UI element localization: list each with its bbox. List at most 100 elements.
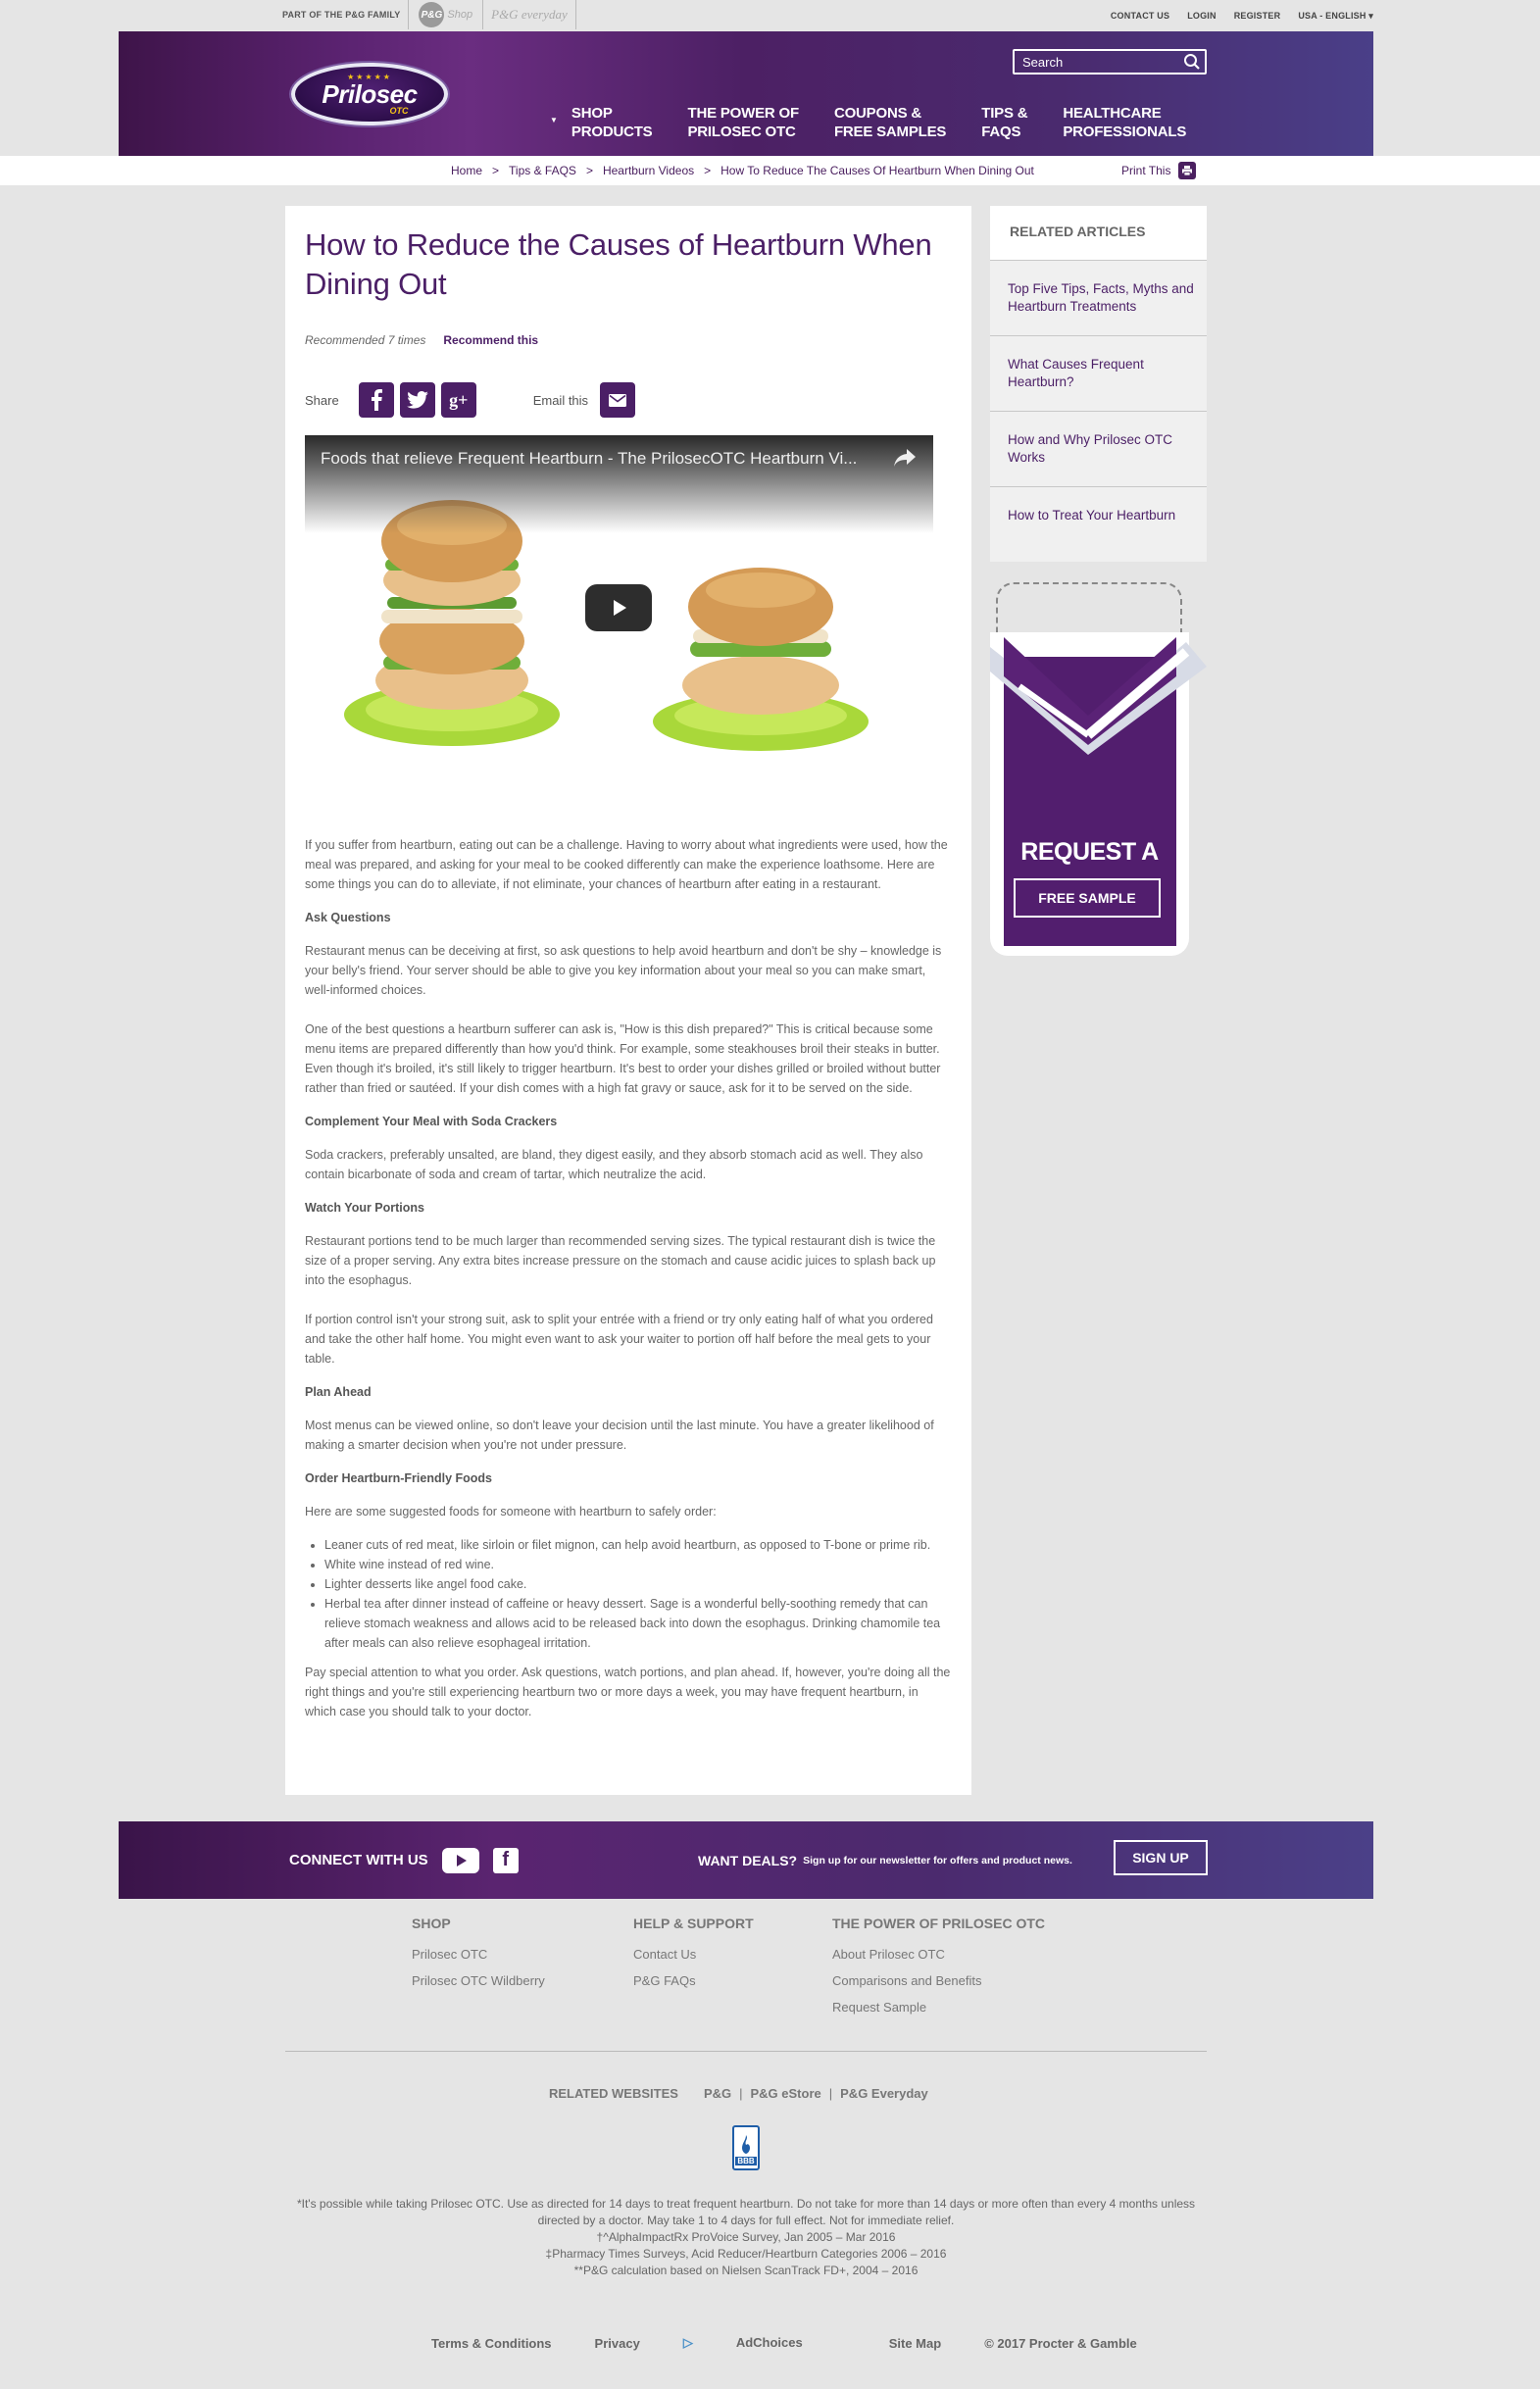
connect-label: CONNECT WITH US (289, 1852, 428, 1868)
email-icon[interactable] (600, 382, 636, 418)
article-intro: If you suffer from heartburn, eating out… (305, 838, 948, 891)
share-label: Share (305, 392, 339, 408)
search-input[interactable]: Search (1013, 49, 1207, 75)
footer-col-title: SHOP (412, 1916, 451, 1931)
related-site-link[interactable]: P&G eStore (751, 2086, 821, 2101)
footer-link[interactable]: Comparisons and Benefits (832, 1973, 1045, 1988)
related-websites-label: RELATED WEBSITES (549, 2086, 678, 2101)
related-article-link[interactable]: How to Treat Your Heartburn (990, 486, 1207, 562)
nav-shop-products[interactable]: SHOP PRODUCTS (571, 104, 653, 141)
video-title[interactable]: Foods that relieve Frequent Heartburn - … (321, 449, 857, 469)
nav-coupons[interactable]: COUPONS & FREE SAMPLES (834, 104, 946, 141)
video-title-bar: Foods that relieve Frequent Heartburn - … (305, 435, 933, 533)
prilosec-logo[interactable]: ★★★★★ Prilosec OTC (291, 63, 448, 125)
google-plus-icon[interactable]: g+ (440, 382, 476, 418)
search-icon[interactable] (1183, 53, 1201, 71)
facebook-icon[interactable] (358, 382, 394, 418)
footer-band: CONNECT WITH US f WANT DEALS? Sign up fo… (119, 1821, 1373, 1899)
page-title: How to Reduce the Causes of Heartburn Wh… (305, 227, 932, 301)
pg-family-label: PART OF THE P&G FAMILY (282, 0, 410, 29)
newsletter-text: Sign up for our newsletter for offers an… (803, 1854, 1072, 1866)
recommend-link[interactable]: Recommend this (443, 333, 538, 347)
breadcrumb-home[interactable]: Home (451, 164, 482, 177)
article-paragraph: Soda crackers, preferably unsalted, are … (305, 1148, 923, 1181)
related-article-link[interactable]: What Causes Frequent Heartburn? (990, 335, 1207, 411)
copyright: © 2017 Procter & Gamble (984, 2335, 1137, 2351)
nav-tips-faqs[interactable]: TIPS & FAQS (981, 104, 1027, 141)
pg-shop-label: Shop (447, 9, 473, 21)
search-placeholder: Search (1022, 54, 1064, 70)
video-player[interactable]: Foods that relieve Frequent Heartburn - … (305, 435, 933, 780)
pg-everyday-link[interactable]: P&G everyday (483, 0, 576, 29)
nav-power-of-prilosec[interactable]: THE POWER OF PRILOSEC OTC (688, 104, 800, 141)
related-article-link[interactable]: Top Five Tips, Facts, Myths and Heartbur… (990, 260, 1207, 335)
sign-up-button[interactable]: SIGN UP (1114, 1840, 1208, 1875)
section-heading: Plan Ahead (305, 1385, 372, 1399)
share-arrow-icon[interactable] (894, 449, 916, 467)
pipe-separator: | (739, 2086, 743, 2101)
section-heading: Order Heartburn-Friendly Foods (305, 1471, 492, 1485)
list-item: Leaner cuts of red meat, like sirloin or… (324, 1535, 952, 1555)
adchoices-link[interactable]: ▷ AdChoices (683, 2335, 846, 2351)
want-deals-label: WANT DEALS? (698, 1852, 798, 1868)
footer-link[interactable]: P&G FAQs (633, 1973, 832, 1988)
article-conclusion: Pay special attention to what you order.… (305, 1666, 951, 1718)
footer-link[interactable]: Request Sample (832, 2000, 1045, 2015)
disclaimer-line: **P&G calculation based on Nielsen ScanT… (573, 2264, 919, 2277)
section-heading: Complement Your Meal with Soda Crackers (305, 1115, 558, 1128)
email-label: Email this (532, 392, 589, 408)
footer-link[interactable]: Prilosec OTC (412, 1947, 633, 1962)
breadcrumb-separator: > (492, 164, 500, 177)
youtube-icon[interactable] (441, 1847, 479, 1873)
recommend-count: Recommended 7 times (305, 333, 426, 347)
legal-links: Terms & Conditions Privacy ▷ AdChoices Si… (431, 2335, 1180, 2351)
printer-icon (1178, 162, 1197, 179)
footer-link[interactable]: Contact Us (633, 1947, 832, 1962)
article-paragraph: If portion control isn't your strong sui… (305, 1313, 933, 1366)
language-selector[interactable]: USA - ENGLISH ▾ (1298, 11, 1373, 22)
related-article-link[interactable]: How and Why Prilosec OTC Works (990, 411, 1207, 486)
breadcrumb-separator: > (585, 164, 593, 177)
twitter-icon[interactable] (399, 382, 435, 418)
free-sample-button[interactable]: FREE SAMPLE (1014, 878, 1161, 918)
facebook-icon[interactable]: f (492, 1847, 519, 1873)
register-link[interactable]: REGISTER (1234, 11, 1281, 21)
list-item: White wine instead of red wine. (324, 1555, 952, 1574)
account-links: CONTACT US LOGIN REGISTER USA - ENGLISH … (1111, 0, 1373, 31)
breadcrumb-videos[interactable]: Heartburn Videos (603, 164, 694, 177)
related-site-link[interactable]: P&G (704, 2086, 731, 2101)
footer-link[interactable]: About Prilosec OTC (832, 1947, 1045, 1962)
recommend-row: Recommended 7 times Recommend this (305, 333, 952, 347)
article-paragraph: Here are some suggested foods for someon… (305, 1505, 717, 1518)
footer-col-title: THE POWER OF PRILOSEC OTC (832, 1916, 1046, 1931)
footer-link[interactable]: Prilosec OTC Wildberry (412, 1973, 633, 1988)
pg-shop-link[interactable]: P&G Shop (409, 0, 484, 29)
contact-us-link[interactable]: CONTACT US (1111, 11, 1169, 21)
list-item: Lighter desserts like angel food cake. (324, 1574, 952, 1594)
footer-col-help: HELP & SUPPORT Contact Us P&G FAQs (633, 1916, 832, 2026)
breadcrumb-bar: Home > Tips & FAQS > Heartburn Videos > … (0, 156, 1540, 185)
breadcrumb-current: How To Reduce The Causes Of Heartburn Wh… (720, 164, 1034, 177)
request-sample-promo[interactable]: REQUEST A FREE SAMPLE (990, 578, 1207, 956)
disclaimer-line: *It's possible while taking Prilosec OTC… (296, 2197, 1196, 2227)
main-nav: ▼ SHOP PRODUCTS THE POWER OF PRILOSEC OT… (550, 104, 1221, 141)
terms-link[interactable]: Terms & Conditions (431, 2336, 552, 2351)
site-map-link[interactable]: Site Map (889, 2336, 941, 2351)
breadcrumb-tips[interactable]: Tips & FAQS (509, 164, 576, 177)
related-site-link[interactable]: P&G Everyday (840, 2086, 928, 2101)
article: How to Reduce the Causes of Heartburn Wh… (285, 206, 971, 1795)
bbb-accredited-icon[interactable]: BBB (732, 2125, 760, 2170)
article-body: If you suffer from heartburn, eating out… (305, 835, 952, 1721)
print-button[interactable]: Print This (1121, 162, 1197, 179)
footer-col-shop: SHOP Prilosec OTC Prilosec OTC Wildberry (412, 1916, 633, 2026)
article-paragraph: One of the best questions a heartburn su… (305, 1022, 941, 1095)
breadcrumb: Home > Tips & FAQS > Heartburn Videos > … (451, 156, 1034, 185)
footer-col-power: THE POWER OF PRILOSEC OTC About Prilosec… (832, 1916, 1045, 2026)
login-link[interactable]: LOGIN (1187, 11, 1217, 21)
privacy-link[interactable]: Privacy (595, 2336, 640, 2351)
play-button[interactable] (585, 584, 652, 631)
nav-dropdown-arrow-icon[interactable]: ▼ (550, 116, 558, 124)
nav-healthcare[interactable]: HEALTHCARE PROFESSIONALS (1063, 104, 1186, 141)
site-header: ★★★★★ Prilosec OTC Search ▼ SHOP PRODUCT… (119, 31, 1373, 156)
disclaimer-line: ‡Pharmacy Times Surveys, Acid Reducer/He… (545, 2247, 947, 2261)
